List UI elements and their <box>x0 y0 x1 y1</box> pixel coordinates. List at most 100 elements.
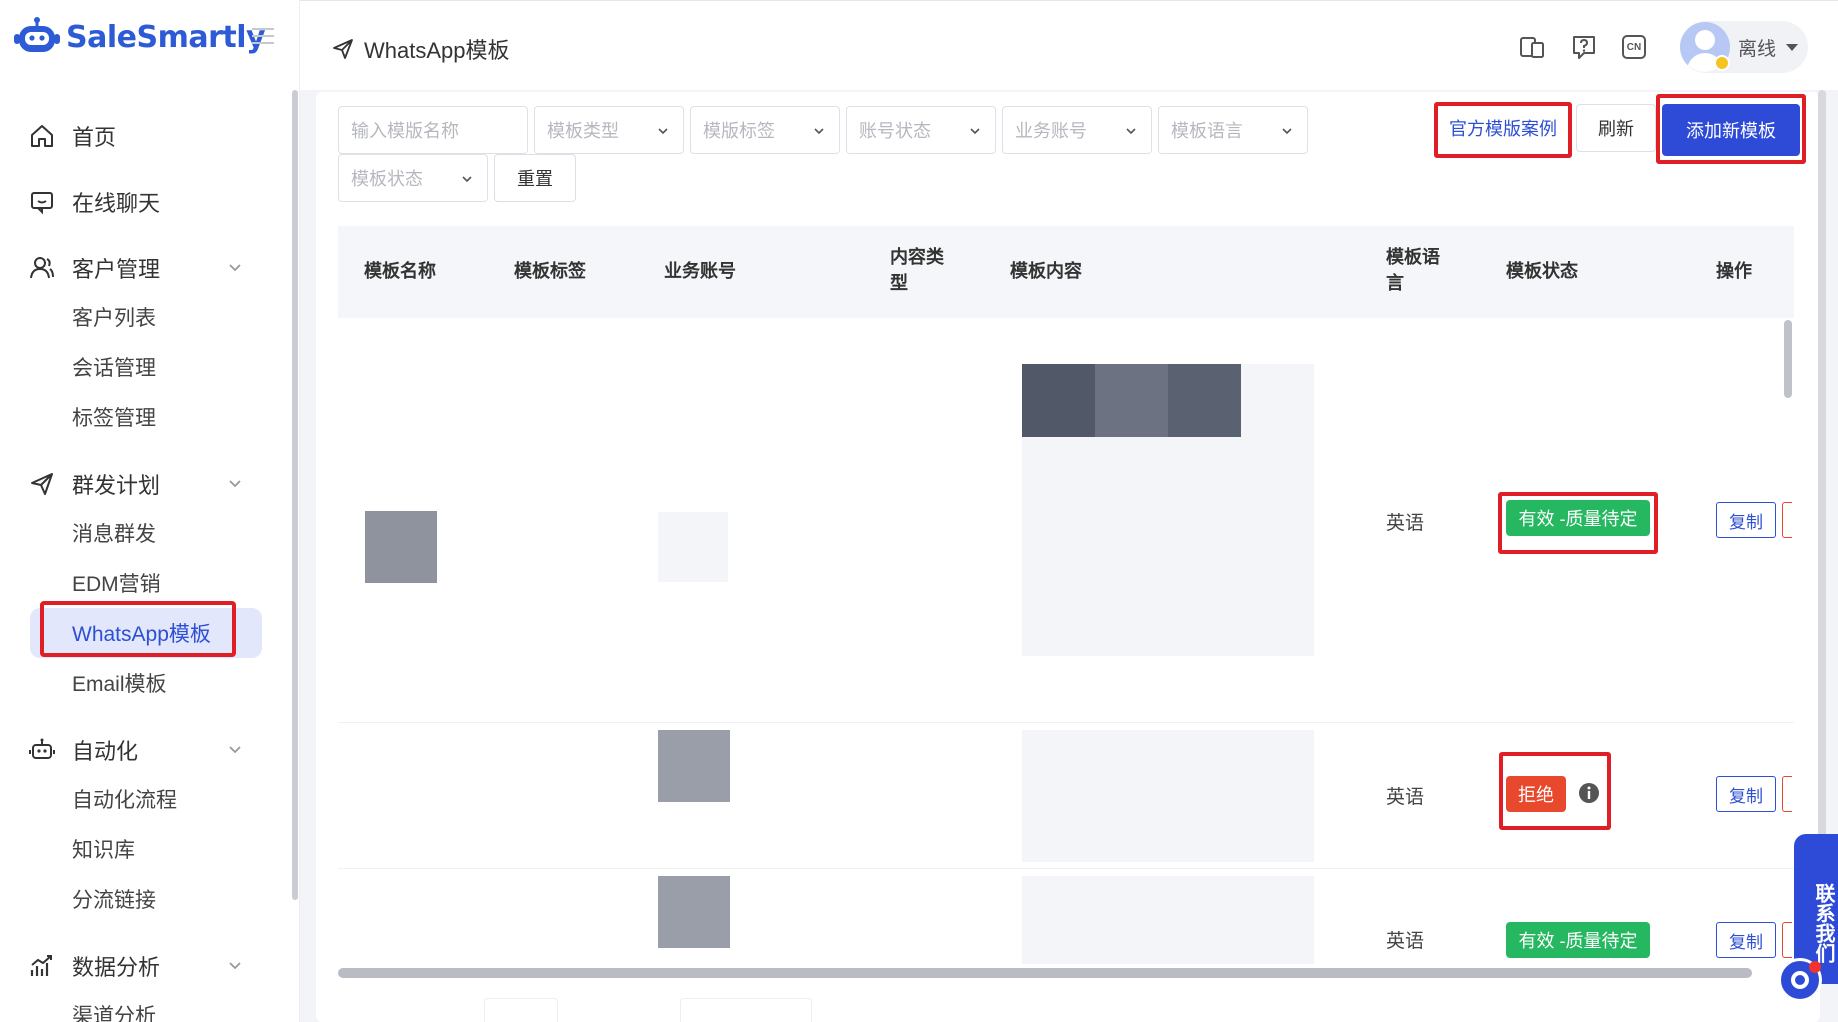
template-name-input[interactable]: 输入模版名称 <box>338 106 528 154</box>
redacted-image <box>1095 364 1168 437</box>
language-badge: CN <box>1626 41 1642 53</box>
user-menu[interactable]: 离线 <box>1680 21 1808 73</box>
chevron-down-icon <box>970 128 980 135</box>
chevron-down-icon <box>658 128 668 135</box>
col-template-language: 模板语 言 <box>1386 244 1440 296</box>
reset-button[interactable]: 重置 <box>494 154 576 202</box>
row-divider <box>338 722 1794 723</box>
refresh-button[interactable]: 刷新 <box>1576 104 1656 152</box>
sidebar-item-broadcast[interactable]: 群发计划 <box>0 460 290 508</box>
sidebar-item-customers[interactable]: 客户管理 <box>0 244 290 292</box>
send-icon <box>31 473 53 495</box>
sidebar-item-label: 客户管理 <box>72 257 161 282</box>
chevron-down-icon <box>814 128 824 135</box>
select-placeholder: 模板语言 <box>1171 121 1243 141</box>
language-cn-icon[interactable]: CN <box>1622 35 1646 59</box>
sidebar-item-automation[interactable]: 自动化 <box>0 726 290 774</box>
row-language: 英语 <box>1386 513 1425 534</box>
redacted-name <box>365 511 437 583</box>
status-dot-icon <box>1714 55 1730 71</box>
sidebar: SaleSmartly 首页 在线聊天 客户管理 客户列表 会话管理 标签管理 … <box>0 0 300 1022</box>
delete-button[interactable] <box>1782 922 1792 958</box>
select-placeholder: 模板类型 <box>547 121 619 141</box>
sidebar-item-email-template[interactable]: Email模板 <box>0 658 290 708</box>
sidebar-item-label: 群发计划 <box>72 473 161 498</box>
help-icon[interactable] <box>1570 33 1598 61</box>
copy-button[interactable]: 复制 <box>1716 922 1776 958</box>
sidebar-item-label: 自动化 <box>72 739 139 764</box>
sidebar-scrollbar[interactable] <box>292 90 298 900</box>
highlight-box <box>1656 94 1806 164</box>
sidebar-item-knowledge-base[interactable]: 知识库 <box>0 824 290 874</box>
template-status-select[interactable]: 模板状态 <box>338 154 488 202</box>
sidebar-item-label: EDM营销 <box>72 573 161 596</box>
sidebar-item-automation-flow[interactable]: 自动化流程 <box>0 774 290 824</box>
delete-button[interactable] <box>1782 776 1792 812</box>
chevron-down-icon <box>1126 128 1136 135</box>
sidebar-item-label: 会话管理 <box>72 357 156 380</box>
collapse-menu-icon[interactable] <box>252 28 274 44</box>
pagination-control[interactable] <box>484 998 558 1022</box>
sidebar-item-customer-list[interactable]: 客户列表 <box>0 292 290 342</box>
user-status: 离线 <box>1738 38 1777 60</box>
business-account-select[interactable]: 业务账号 <box>1002 106 1152 154</box>
copy-button[interactable]: 复制 <box>1716 776 1776 812</box>
send-icon <box>333 39 353 59</box>
pagination-control[interactable] <box>680 998 812 1022</box>
row-language: 英语 <box>1386 787 1425 808</box>
table-vertical-scrollbar[interactable] <box>1784 320 1792 398</box>
sidebar-item-label: 自动化流程 <box>72 789 177 812</box>
sidebar-item-label: 标签管理 <box>72 407 156 430</box>
chat-icon <box>31 192 53 215</box>
sidebar-item-label: 消息群发 <box>72 523 156 546</box>
col-content-type: 内容类 型 <box>890 244 944 296</box>
chevron-down-icon[interactable] <box>228 261 242 275</box>
highlight-box <box>1499 752 1611 830</box>
template-content-preview <box>1022 730 1314 862</box>
redacted-account <box>658 876 730 948</box>
sidebar-item-label: 分流链接 <box>72 889 156 912</box>
redacted-account <box>658 512 728 582</box>
sidebar-item-label: 知识库 <box>72 839 135 862</box>
sidebar-item-analytics[interactable]: 数据分析 <box>0 942 290 990</box>
page-scrollbar[interactable] <box>1818 90 1826 860</box>
sidebar-item-split-link[interactable]: 分流链接 <box>0 874 290 924</box>
row-language: 英语 <box>1386 931 1425 952</box>
col-business-account: 业务账号 <box>664 261 736 281</box>
redacted-image <box>1022 364 1095 437</box>
chevron-down-icon <box>462 176 472 183</box>
devices-icon[interactable] <box>1518 33 1546 61</box>
col-language-line: 模板语 <box>1386 247 1440 267</box>
app-name: SaleSmartly <box>66 19 266 55</box>
highlight-box <box>1498 492 1658 554</box>
select-placeholder: 模板状态 <box>351 169 423 189</box>
table-horizontal-scrollbar[interactable] <box>338 968 1752 978</box>
redacted-account <box>658 730 730 802</box>
sidebar-item-label: 渠道分析 <box>72 1005 156 1022</box>
sidebar-item-chat[interactable]: 在线聊天 <box>0 178 290 226</box>
sidebar-item-session-management[interactable]: 会话管理 <box>0 342 290 392</box>
template-language-select[interactable]: 模板语言 <box>1158 106 1308 154</box>
sidebar-item-message-broadcast[interactable]: 消息群发 <box>0 508 290 558</box>
account-status-select[interactable]: 账号状态 <box>846 106 996 154</box>
app-logo[interactable]: SaleSmartly <box>14 16 266 58</box>
col-content-type-line: 型 <box>890 273 908 293</box>
copy-button[interactable]: 复制 <box>1716 502 1776 538</box>
sidebar-item-label: 在线聊天 <box>72 191 161 216</box>
sidebar-item-label: 客户列表 <box>72 307 156 330</box>
col-template-name: 模板名称 <box>364 261 436 281</box>
sidebar-item-home[interactable]: 首页 <box>0 112 290 160</box>
template-tag-select[interactable]: 模版标签 <box>690 106 840 154</box>
delete-button[interactable] <box>1782 502 1792 538</box>
chat-bubble-icon[interactable] <box>1778 958 1822 1002</box>
highlight-box <box>1434 102 1572 158</box>
sidebar-item-tag-management[interactable]: 标签管理 <box>0 392 290 442</box>
chevron-down-icon[interactable] <box>228 477 242 491</box>
caret-down-icon <box>1786 43 1799 51</box>
chevron-down-icon[interactable] <box>228 959 242 973</box>
sidebar-item-channel-analysis[interactable]: 渠道分析 <box>0 990 290 1022</box>
template-type-select[interactable]: 模板类型 <box>534 106 684 154</box>
chevron-down-icon[interactable] <box>228 743 242 757</box>
input-placeholder: 输入模版名称 <box>351 121 459 141</box>
page-title: WhatsApp模板 <box>364 38 510 63</box>
